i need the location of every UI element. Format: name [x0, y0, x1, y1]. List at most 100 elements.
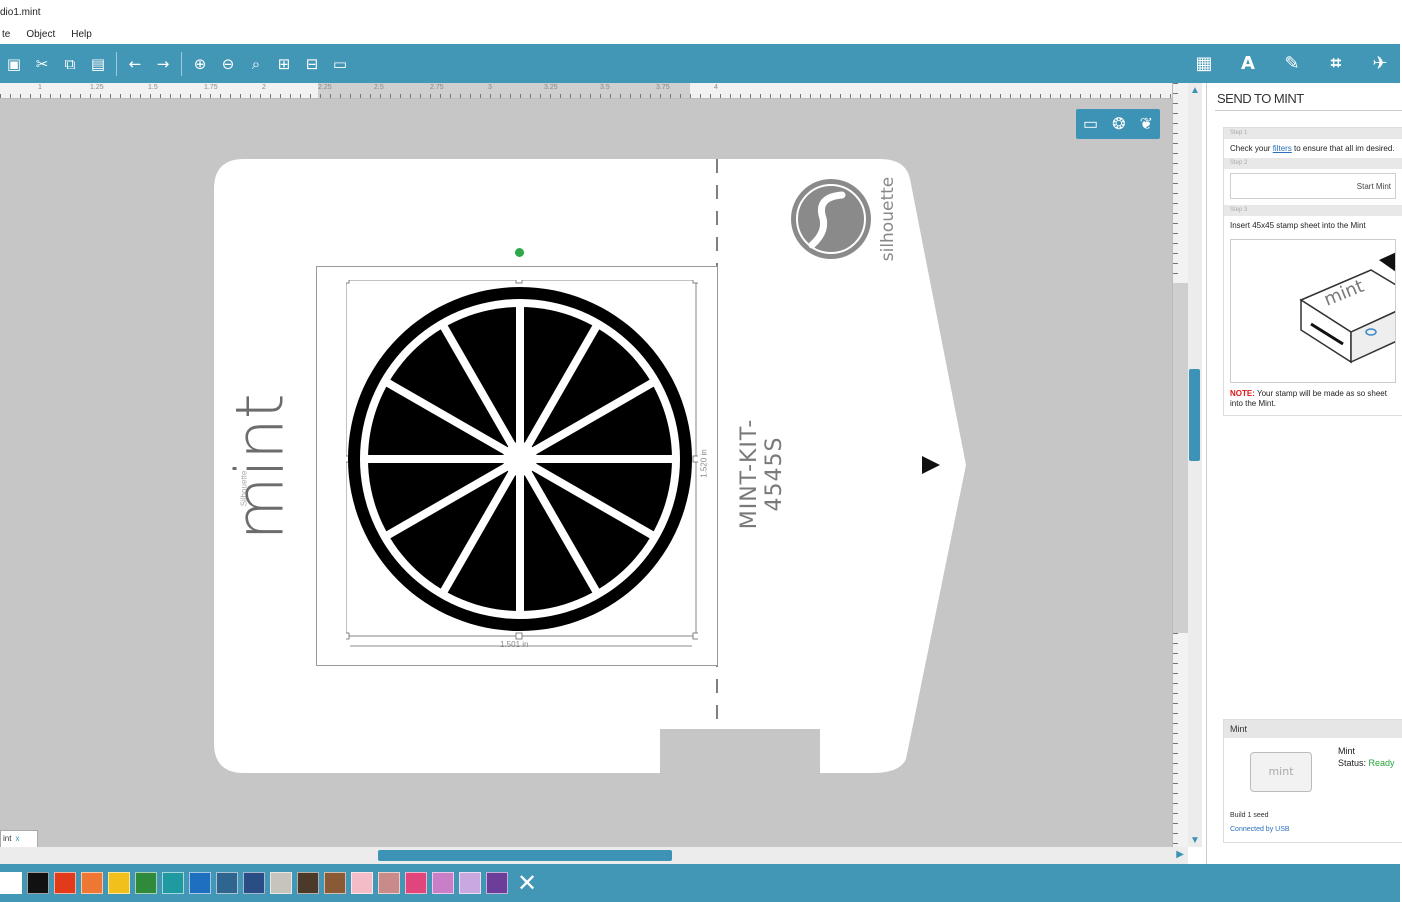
color-swatch[interactable] [405, 872, 427, 894]
no-color-icon[interactable]: ✕ [517, 871, 537, 895]
vertical-scroll-thumb[interactable] [1189, 369, 1200, 461]
color-swatch[interactable] [486, 872, 508, 894]
color-swatch[interactable] [297, 872, 319, 894]
close-tab-icon[interactable]: x [15, 834, 19, 843]
device-name: Mint [1338, 746, 1356, 756]
color-swatch[interactable] [108, 872, 130, 894]
step-2-header: Step 2 [1224, 158, 1402, 169]
crop-icon[interactable]: ⌗ [1322, 50, 1350, 78]
text-icon[interactable]: A [1234, 50, 1262, 78]
zoom-out-icon[interactable]: ⊖ [214, 50, 242, 78]
height-dimension: 1.520 in [699, 449, 709, 478]
scroll-up-icon[interactable]: ▲ [1189, 85, 1201, 97]
color-palette: ✕ [0, 864, 1400, 902]
document-tab-label: int [3, 834, 12, 843]
ruler-label: 3.25 [544, 84, 558, 91]
color-swatch[interactable] [0, 872, 22, 894]
menu-item-edit[interactable]: te [0, 28, 12, 44]
leaf-view-icon[interactable]: ❦ [1140, 114, 1153, 134]
design-canvas[interactable]: ▭ ❂ ❦ 1.501 in 1.520 in Silhouette mint … [0, 99, 1172, 847]
color-swatch[interactable] [54, 872, 76, 894]
step-3-text: Insert 45x45 stamp sheet into the Mint [1230, 221, 1366, 230]
ruler-label: 1 [38, 84, 42, 91]
step-1-text: Check your filters to ensure that all im… [1224, 139, 1402, 158]
width-dimension: 1.501 in [500, 640, 529, 649]
zoom-in-icon[interactable]: ⊕ [186, 50, 214, 78]
start-mint-button[interactable]: Start Mint [1230, 173, 1396, 199]
draw-icon[interactable]: ✎ [1278, 50, 1306, 78]
kit-code-label: MINT-KIT-4545S [737, 418, 787, 530]
color-swatch[interactable] [135, 872, 157, 894]
rotate-handle[interactable] [515, 248, 524, 257]
filters-link[interactable]: filters [1273, 144, 1292, 153]
color-swatch[interactable] [324, 872, 346, 894]
ruler-label: 2.25 [318, 84, 332, 91]
mint-device-icon[interactable]: mint [1250, 752, 1312, 792]
step-1-text-a: Check your [1230, 144, 1273, 153]
undo-icon[interactable]: ← [121, 50, 149, 78]
panel-title: SEND TO MINT [1217, 91, 1304, 106]
palette-view-icon[interactable]: ❂ [1112, 114, 1125, 134]
ruler-label: 2 [262, 84, 266, 91]
ruler-label: 3.75 [656, 84, 670, 91]
copy-icon[interactable]: ⧉ [56, 50, 84, 78]
device-status: Status: Ready [1338, 758, 1395, 768]
horizontal-ruler: 1 1.25 1.5 1.75 2 2.25 2.5 2.75 3 3.25 3… [0, 83, 1172, 99]
step-1-header: Step 1 [1224, 128, 1402, 139]
ruler-selection-range [1173, 283, 1189, 633]
zoom-page-icon[interactable]: ⊟ [298, 50, 326, 78]
vertical-ruler [1172, 83, 1189, 847]
ruler-ticks [0, 83, 1172, 98]
device-connection: Connected by USB [1230, 826, 1290, 833]
document-tab[interactable]: int x [0, 830, 38, 847]
color-swatch[interactable] [189, 872, 211, 894]
horizontal-scrollbar[interactable]: ▶ [0, 847, 1188, 864]
zoom-fit-icon[interactable]: ⊞ [270, 50, 298, 78]
zoom-select-icon[interactable]: ⌕ [242, 50, 270, 78]
color-swatch[interactable] [162, 872, 184, 894]
mint-device-illustration: mint [1230, 239, 1396, 383]
scroll-down-icon[interactable]: ▼ [1189, 835, 1201, 847]
save-icon[interactable]: ▣ [0, 50, 28, 78]
mint-device-card: Mint mint Mint Status: Ready Build 1 see… [1223, 719, 1402, 843]
color-swatch[interactable] [243, 872, 265, 894]
mint-brand-logo: mint [221, 394, 299, 541]
ruler-label: 2.75 [430, 84, 444, 91]
redo-icon[interactable]: → [149, 50, 177, 78]
ruler-label: 1.25 [90, 84, 104, 91]
window-title: dio1.mint [0, 0, 1402, 28]
vertical-scrollbar[interactable]: ▲ ▼ [1188, 83, 1202, 847]
fit-page-icon[interactable]: ▭ [326, 50, 354, 78]
step-1-text-b: to ensure that all im desired. [1291, 144, 1395, 153]
view-mode-switcher[interactable]: ▭ ❂ ❦ [1076, 109, 1160, 139]
rectangle-view-icon[interactable]: ▭ [1083, 114, 1098, 134]
color-swatch[interactable] [270, 872, 292, 894]
mint-device-drawing: mint [1299, 252, 1395, 364]
scroll-right-icon[interactable]: ▶ [1176, 849, 1184, 860]
ruler-label: 4 [714, 84, 718, 91]
ruler-label: 1.75 [204, 84, 218, 91]
color-swatch[interactable] [27, 872, 49, 894]
color-swatch[interactable] [432, 872, 454, 894]
send-icon[interactable]: ✈ [1366, 50, 1394, 78]
color-swatch[interactable] [459, 872, 481, 894]
status-label: Status: [1338, 758, 1369, 768]
color-swatch[interactable] [216, 872, 238, 894]
menu-item-object[interactable]: Object [24, 28, 57, 44]
lemon-slice-design[interactable] [346, 280, 698, 650]
color-swatch[interactable] [81, 872, 103, 894]
horizontal-scroll-thumb[interactable] [378, 850, 672, 861]
toolbar-separator [181, 51, 182, 76]
ruler-label: 2.5 [374, 84, 384, 91]
toolbar-separator [116, 51, 117, 76]
menu-item-help[interactable]: Help [69, 28, 94, 44]
grid-icon[interactable]: ▦ [1190, 50, 1218, 78]
paste-icon[interactable]: ▤ [84, 50, 112, 78]
device-build: Build 1 seed [1230, 812, 1269, 819]
note-label: NOTE: [1230, 389, 1255, 398]
cut-icon[interactable]: ✂ [28, 50, 56, 78]
color-swatch[interactable] [378, 872, 400, 894]
status-value: Ready [1368, 758, 1395, 768]
color-swatch[interactable] [351, 872, 373, 894]
send-to-mint-panel: SEND TO MINT Step 1 Check your filters t… [1206, 83, 1402, 864]
